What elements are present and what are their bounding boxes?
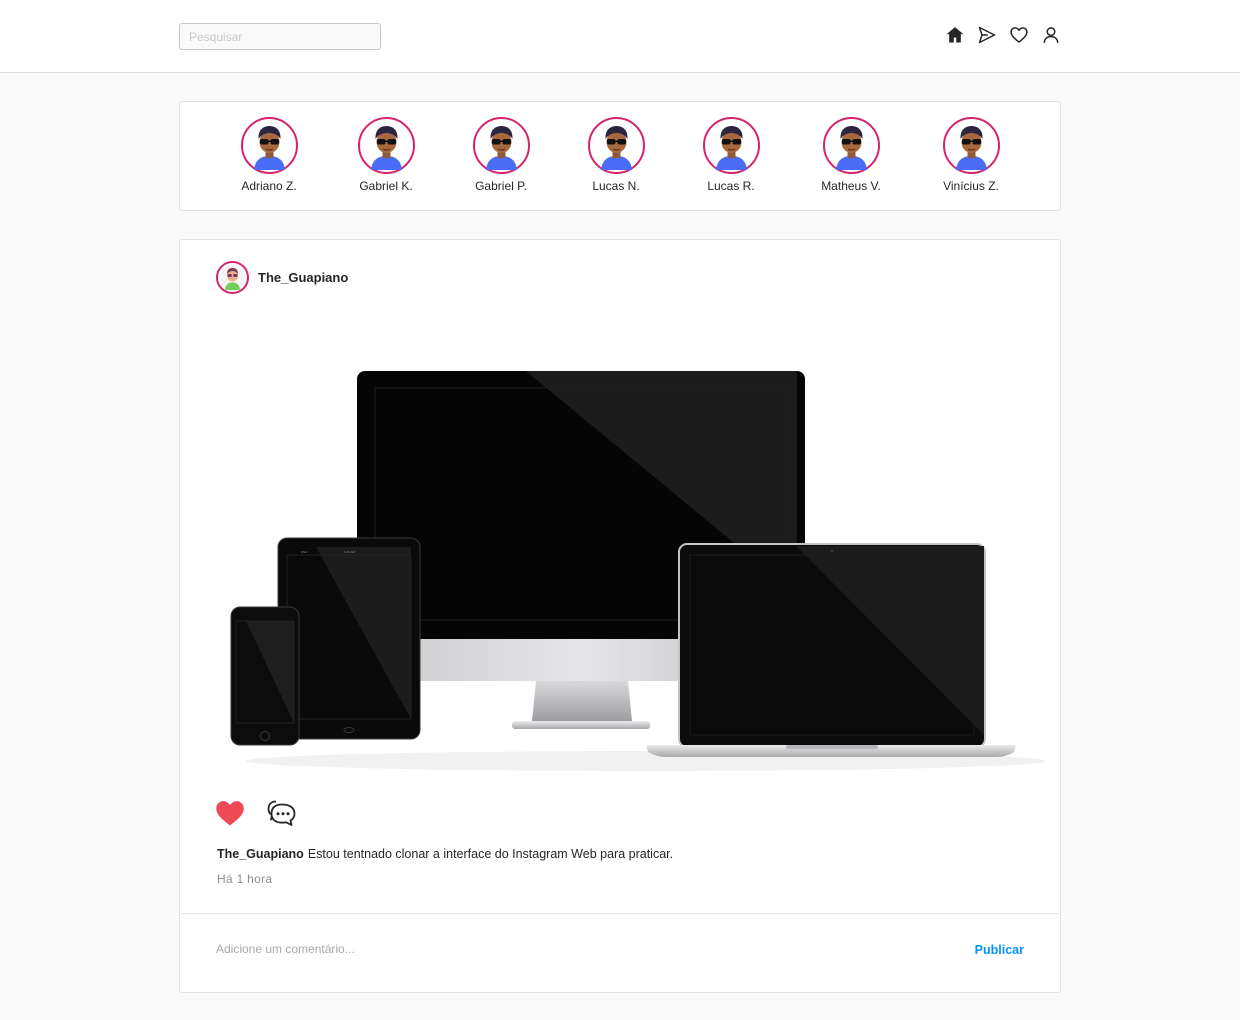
story-item[interactable]: Lucas N.: [571, 117, 661, 193]
comment-icon[interactable]: [266, 798, 298, 828]
post-author-username[interactable]: The_Guapiano: [258, 270, 348, 285]
story-username: Adriano Z.: [241, 179, 297, 193]
story-item[interactable]: Gabriel P.: [456, 117, 546, 193]
story-username: Gabriel P.: [475, 179, 527, 193]
story-item[interactable]: Vinícius Z.: [926, 117, 1016, 193]
story-item[interactable]: Matheus V.: [806, 117, 896, 193]
profile-icon[interactable]: [1040, 24, 1062, 46]
top-navigation-bar: [0, 0, 1240, 73]
caption-text: Estou tentnado clonar a interface do Ins…: [307, 847, 674, 861]
stories-tray: Adriano Z. Gabriel K. Gabriel P. Lucas N…: [179, 101, 1061, 211]
story-username: Vinícius Z.: [943, 179, 999, 193]
comment-bar: Publicar: [180, 913, 1060, 992]
story-item[interactable]: Adriano Z.: [224, 117, 314, 193]
story-avatar: [357, 117, 415, 174]
post-actions: [214, 798, 298, 828]
story-avatar: [240, 117, 298, 174]
comment-input[interactable]: [216, 942, 916, 956]
direct-send-icon[interactable]: [976, 24, 998, 46]
post-author-avatar[interactable]: [216, 261, 249, 294]
story-username: Lucas R.: [707, 179, 755, 193]
post-image[interactable]: iPad 9:41 AM: [216, 365, 1054, 775]
caption-username[interactable]: The_Guapiano: [217, 847, 304, 861]
story-username: Lucas N.: [592, 179, 640, 193]
search-input[interactable]: [179, 23, 381, 50]
story-item[interactable]: Gabriel K.: [341, 117, 431, 193]
story-avatar: [702, 117, 760, 174]
story-avatar: [942, 117, 1000, 174]
story-username: Matheus V.: [821, 179, 881, 193]
post-card: The_Guapiano iPad 9:41 AM The_Guapiano E…: [179, 239, 1061, 993]
publish-button[interactable]: Publicar: [975, 943, 1024, 957]
heart-icon[interactable]: [1008, 24, 1030, 46]
story-avatar: [472, 117, 530, 174]
svg-text:9:41 AM: 9:41 AM: [344, 550, 356, 554]
story-avatar: [587, 117, 645, 174]
post-header: The_Guapiano: [216, 261, 348, 294]
story-item[interactable]: Lucas R.: [686, 117, 776, 193]
home-icon[interactable]: [944, 24, 966, 46]
nav-icons: [944, 24, 1062, 46]
story-username: Gabriel K.: [359, 179, 413, 193]
post-caption: The_Guapiano Estou tentnado clonar a inte…: [217, 847, 673, 861]
story-avatar: [822, 117, 880, 174]
like-heart-icon[interactable]: [214, 798, 246, 828]
svg-text:iPad: iPad: [301, 550, 307, 554]
post-timestamp: Há 1 hora: [217, 872, 273, 886]
